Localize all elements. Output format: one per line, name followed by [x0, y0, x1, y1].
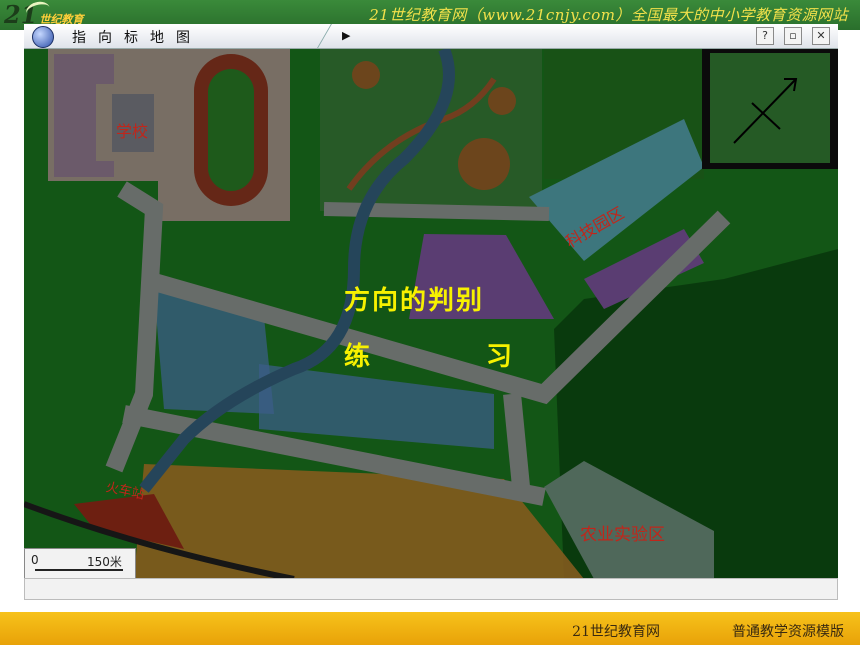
exercise-subtitle-part1: 练	[344, 342, 373, 372]
restore-button[interactable]: ▫	[784, 27, 802, 45]
close-button[interactable]: ✕	[812, 27, 830, 45]
scale-line	[35, 569, 123, 571]
exercise-title: 方向的判别	[344, 286, 485, 316]
map-window: 指向标地图 ▶ ? ▫ ✕ 学校 科技园区 火车站 农业实验区 方向的判别 练 …	[24, 24, 838, 578]
label-school: 学校	[116, 122, 149, 141]
scale-start: 0	[31, 553, 39, 567]
footer-site-name: 21世纪教育网	[572, 624, 660, 640]
app-icon[interactable]	[32, 26, 54, 48]
status-bar	[24, 578, 838, 600]
footer-template-name: 普通教学资源模版	[732, 624, 844, 640]
play-icon[interactable]: ▶	[342, 29, 350, 42]
exercise-subtitle-part2: 习	[486, 342, 515, 372]
window-titlebar: 指向标地图 ▶ ? ▫ ✕	[24, 24, 838, 49]
scale-end: 150米	[87, 555, 122, 569]
scale-bar: 0 150米	[24, 548, 136, 578]
label-farm: 农业实验区	[580, 525, 665, 545]
site-footer: 21世纪教育网 普通教学资源模版	[0, 612, 860, 645]
help-button[interactable]: ?	[756, 27, 774, 45]
site-title: 21世纪教育网（www.21cnjy.com）全国最大的中小学教育资源网站	[369, 6, 848, 24]
window-title: 指向标地图	[72, 30, 202, 46]
